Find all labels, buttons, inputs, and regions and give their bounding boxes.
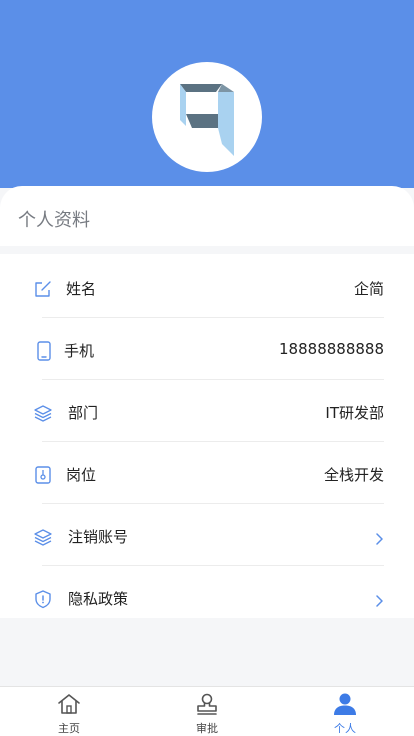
row-department[interactable]: 部门 IT研发部 [0, 380, 414, 442]
tab-personal[interactable]: 个人 [276, 687, 414, 736]
profile-header [0, 0, 414, 188]
row-value: 18888888888 [279, 340, 384, 358]
chevron-right-icon[interactable] [374, 532, 384, 546]
chevron-right-icon[interactable] [374, 594, 384, 608]
tab-approval[interactable]: 审批 [138, 687, 276, 736]
phone-icon [37, 341, 51, 361]
row-value: 全栈开发 [323, 466, 384, 484]
edit-icon [35, 281, 51, 297]
row-position[interactable]: 岗位 全栈开发 [0, 442, 414, 504]
row-name[interactable]: 姓名 企简 [0, 256, 414, 318]
layers-icon [34, 405, 52, 422]
company-logo-icon [180, 84, 234, 156]
avatar[interactable] [152, 62, 262, 172]
badge-icon [35, 466, 51, 484]
row-label: 注销账号 [68, 528, 129, 546]
row-label: 隐私政策 [68, 590, 129, 608]
row-label: 部门 [68, 404, 99, 422]
row-label: 岗位 [66, 466, 97, 484]
bottom-tab-bar: 主页 审批 个人 [0, 686, 414, 736]
row-privacy-policy[interactable]: 隐私政策 [0, 566, 414, 628]
tab-label: 审批 [196, 722, 218, 735]
row-value: IT研发部 [325, 404, 384, 422]
section-title-bar: 个人资料 [0, 186, 414, 246]
row-label: 手机 [64, 342, 95, 360]
stamp-icon [197, 693, 217, 715]
tab-label: 主页 [58, 722, 80, 735]
home-icon [58, 694, 80, 714]
person-icon [334, 693, 356, 715]
profile-list: 姓名 企简 手机 18888888888 部门 IT研发部 岗位 全栈开发 注销… [0, 254, 414, 618]
tab-home[interactable]: 主页 [0, 687, 138, 736]
layers-icon [34, 529, 52, 546]
shield-icon [35, 590, 51, 609]
tab-label: 个人 [334, 722, 356, 735]
section-title: 个人资料 [18, 210, 90, 231]
row-deactivate-account[interactable]: 注销账号 [0, 504, 414, 566]
row-label: 姓名 [66, 280, 97, 298]
row-phone[interactable]: 手机 18888888888 [0, 318, 414, 380]
row-value: 企简 [353, 280, 384, 298]
